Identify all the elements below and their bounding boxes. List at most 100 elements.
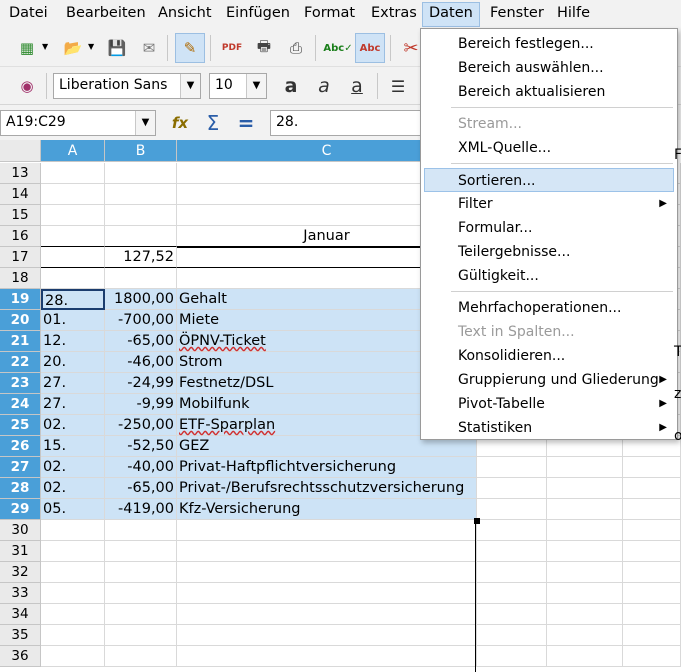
cell-a32[interactable] — [41, 562, 105, 583]
cell-empty[interactable] — [477, 562, 547, 583]
row-header[interactable]: 36 — [0, 646, 41, 667]
row-header[interactable]: 33 — [0, 583, 41, 604]
cell-a22[interactable]: 20. — [41, 352, 105, 373]
row-header[interactable]: 23 — [0, 373, 41, 394]
menu-bearbeiten[interactable]: Bearbeiten — [63, 5, 149, 21]
cell-a14[interactable] — [41, 184, 105, 205]
corner-select-all[interactable] — [0, 140, 41, 162]
row-header[interactable]: 32 — [0, 562, 41, 583]
row-header[interactable]: 26 — [0, 436, 41, 457]
open-folder-icon[interactable]: 📂 — [58, 33, 88, 63]
cell-empty[interactable] — [623, 604, 681, 625]
menu-daten[interactable]: Daten — [422, 2, 480, 27]
cell-a17[interactable] — [41, 247, 105, 268]
cell-empty[interactable] — [547, 604, 623, 625]
cell-b24[interactable]: -9,99 — [105, 394, 177, 415]
cell-a36[interactable] — [41, 646, 105, 667]
cell-a34[interactable] — [41, 604, 105, 625]
row-header[interactable]: 21 — [0, 331, 41, 352]
row-header[interactable]: 18 — [0, 268, 41, 289]
font-size-box[interactable]: 10 ▼ — [209, 73, 267, 99]
cell-c34[interactable] — [177, 604, 477, 625]
cell-b19[interactable]: 1800,00 — [105, 289, 177, 310]
cell-b13[interactable] — [105, 163, 177, 184]
row-header[interactable]: 29 — [0, 499, 41, 520]
cell-b30[interactable] — [105, 520, 177, 541]
cell-a26[interactable]: 15. — [41, 436, 105, 457]
menu-item-bereich-auswählen[interactable]: Bereich auswählen... — [421, 56, 677, 80]
align-left-icon[interactable]: ☰ — [383, 71, 413, 101]
cell-a23[interactable]: 27. — [41, 373, 105, 394]
save-icon[interactable]: 💾 — [102, 33, 132, 63]
cell-empty[interactable] — [623, 499, 681, 520]
menu-fenster[interactable]: Fenster — [487, 5, 547, 21]
cell-b36[interactable] — [105, 646, 177, 667]
cell-c30[interactable] — [177, 520, 477, 541]
cell-a18[interactable] — [41, 268, 105, 289]
menu-item-konsolidieren[interactable]: Konsolidieren... — [421, 344, 677, 368]
menu-item-xml-quelle[interactable]: XML-Quelle... — [421, 136, 677, 160]
menu-hilfe[interactable]: Hilfe — [554, 5, 593, 21]
chevron-down-icon[interactable]: ▼ — [135, 111, 155, 135]
cell-b17[interactable]: 127,52 — [105, 247, 177, 268]
column-header-a[interactable]: A — [41, 140, 105, 162]
cell-b14[interactable] — [105, 184, 177, 205]
cell-empty[interactable] — [623, 625, 681, 646]
row-header[interactable]: 35 — [0, 625, 41, 646]
underline-icon[interactable]: a — [342, 71, 372, 101]
cell-a20[interactable]: 01. — [41, 310, 105, 331]
cell-c31[interactable] — [177, 541, 477, 562]
new-dropdown-arrow[interactable]: ▼ — [42, 42, 48, 51]
cell-b18[interactable] — [105, 268, 177, 289]
cell-b27[interactable]: -40,00 — [105, 457, 177, 478]
cell-empty[interactable] — [477, 478, 547, 499]
cell-empty[interactable] — [623, 478, 681, 499]
cell-c32[interactable] — [177, 562, 477, 583]
menu-item-teilergebnisse[interactable]: Teilergebnisse... — [421, 240, 677, 264]
export-pdf-icon[interactable]: PDF — [217, 33, 247, 63]
cell-empty[interactable] — [477, 499, 547, 520]
cell-empty[interactable] — [477, 583, 547, 604]
cell-b25[interactable]: -250,00 — [105, 415, 177, 436]
open-dropdown-arrow[interactable]: ▼ — [88, 42, 94, 51]
menu-item-gruppierung-und-gliederung[interactable]: Gruppierung und Gliederung ▶ — [421, 368, 677, 392]
menu-ansicht[interactable]: Ansicht — [155, 5, 215, 21]
cell-empty[interactable] — [623, 646, 681, 667]
cell-b20[interactable]: -700,00 — [105, 310, 177, 331]
row-header[interactable]: 13 — [0, 163, 41, 184]
cell-empty[interactable] — [477, 457, 547, 478]
row-header[interactable]: 16 — [0, 226, 41, 247]
menu-extras[interactable]: Extras — [368, 5, 420, 21]
cell-empty[interactable] — [547, 646, 623, 667]
row-header[interactable]: 19 — [0, 289, 41, 310]
cell-empty[interactable] — [477, 541, 547, 562]
email-icon[interactable]: ✉ — [134, 33, 164, 63]
cell-a31[interactable] — [41, 541, 105, 562]
row-header[interactable]: 24 — [0, 394, 41, 415]
chevron-down-icon[interactable]: ▼ — [246, 74, 266, 98]
font-name-box[interactable]: Liberation Sans ▼ — [53, 73, 201, 99]
cell-b23[interactable]: -24,99 — [105, 373, 177, 394]
new-spreadsheet-icon[interactable]: ▦ — [12, 33, 42, 63]
chevron-down-icon[interactable]: ▼ — [180, 74, 200, 98]
cell-empty[interactable] — [547, 499, 623, 520]
cell-c27[interactable]: Privat-Haftpflichtversicherung — [177, 457, 477, 478]
cell-a28[interactable]: 02. — [41, 478, 105, 499]
print-preview-icon[interactable]: ⎙ — [281, 33, 311, 63]
cell-a19[interactable]: 28. — [41, 289, 105, 310]
row-header[interactable]: 15 — [0, 205, 41, 226]
row-header[interactable]: 17 — [0, 247, 41, 268]
cell-empty[interactable] — [477, 520, 547, 541]
menu-item-pivot-tabelle[interactable]: Pivot-Tabelle ▶ — [421, 392, 677, 416]
function-wizard-icon[interactable]: fx — [165, 108, 195, 138]
cell-b33[interactable] — [105, 583, 177, 604]
cell-empty[interactable] — [547, 520, 623, 541]
bold-icon[interactable]: a — [276, 71, 306, 101]
cell-c33[interactable] — [177, 583, 477, 604]
formula-icon[interactable]: = — [231, 108, 261, 138]
cell-a24[interactable]: 27. — [41, 394, 105, 415]
cell-a13[interactable] — [41, 163, 105, 184]
spellcheck-icon[interactable]: Abc✓ — [323, 33, 353, 63]
cell-empty[interactable] — [623, 562, 681, 583]
cell-empty[interactable] — [547, 478, 623, 499]
